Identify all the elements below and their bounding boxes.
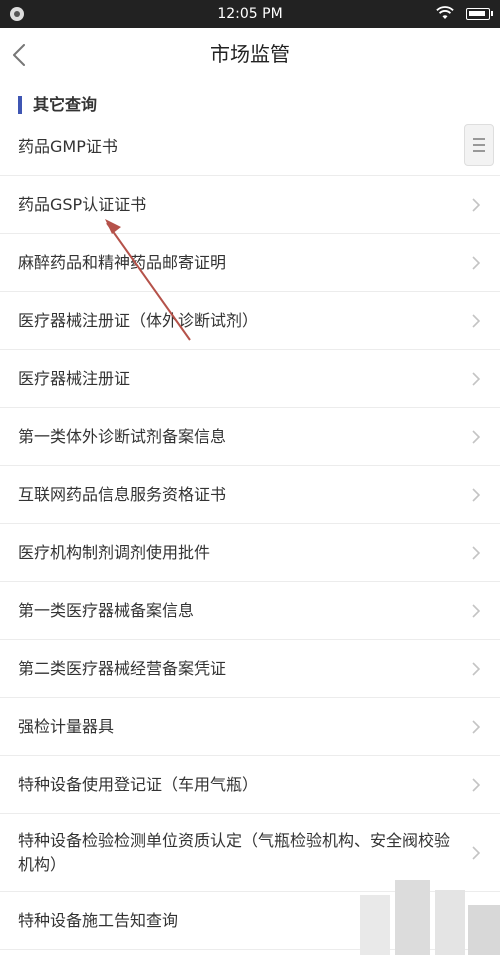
chevron-right-icon [472,429,480,444]
list-item[interactable]: 麻醉药品和精神药品邮寄证明 [0,234,500,292]
chevron-right-icon [472,603,480,618]
page-title: 市场监管 [210,42,290,66]
list-item-label: 特种设备施工告知查询 [18,910,179,930]
list-item[interactable]: 互联网药品信息服务资格证书 [0,466,500,524]
list-item[interactable]: 第一类体外诊断试剂备案信息 [0,408,500,466]
handle-line [473,150,485,152]
scroll-handle[interactable] [464,124,494,166]
list-item-label-wrap: 第二类医疗器械经营备案凭证 [18,640,464,697]
list-item-label: 互联网药品信息服务资格证书 [18,484,227,504]
list-item-label: 药品GSP认证证书 [18,194,147,214]
list-item-label: 药品GMP证书 [18,136,118,156]
list-item-label: 第二类医疗器械经营备案凭证 [18,658,227,678]
list-item[interactable]: 强检计量器具 [0,698,500,756]
list-item-label-wrap: 第一类体外诊断试剂备案信息 [18,408,464,465]
list-item-label-wrap: 医疗器械注册证（体外诊断试剂） [18,292,464,349]
list-item-label: 强检计量器具 [18,716,115,736]
chevron-right-icon [472,719,480,734]
list-item-label-wrap: 强检计量器具 [18,698,464,755]
chevron-right-icon [472,661,480,676]
list-item-label-wrap: 医疗器械注册证 [18,350,464,407]
list-item[interactable]: 医疗器械注册证 [0,350,500,408]
chevron-right-icon [472,255,480,270]
list-item[interactable]: 药品GSP认证证书 [0,176,500,234]
status-bar: 12:05 PM [0,0,500,28]
chevron-right-icon [472,845,480,860]
chevron-right-icon [472,487,480,502]
list-item[interactable]: 特种设备施工告知查询 [0,892,500,950]
status-time: 12:05 PM [217,6,283,22]
list-item-label: 第一类医疗器械备案信息 [18,600,195,620]
list-item-label-wrap: 医疗机构制剂调剂使用批件 [18,524,464,581]
chevron-right-icon [472,913,480,928]
list-item-label-wrap: 第一类医疗器械备案信息 [18,582,464,639]
list-item[interactable]: 第二类医疗器械经营备案凭证 [0,640,500,698]
chevron-right-icon [472,545,480,560]
list-item-label-wrap: 互联网药品信息服务资格证书 [18,466,464,523]
list-item-label-wrap: 特种设备检验检测单位资质认定（气瓶检验机构、安全阀校验机构） [18,814,464,891]
list-item[interactable]: 医疗机构制剂调剂使用批件 [0,524,500,582]
chevron-right-icon [472,197,480,212]
list-item-label-wrap: 麻醉药品和精神药品邮寄证明 [18,234,464,291]
handle-line [473,138,485,140]
wifi-icon [436,6,454,19]
query-list: 药品GMP证书药品GSP认证证书麻醉药品和精神药品邮寄证明医疗器械注册证（体外诊… [0,118,500,950]
chevron-right-icon [472,313,480,328]
list-item[interactable]: 药品GMP证书 [0,118,500,176]
list-item-label: 医疗器械注册证 [18,368,131,388]
chevron-right-icon [472,371,480,386]
chevron-right-icon [472,777,480,792]
section-title: 其它查询 [33,95,98,114]
list-item-label: 医疗器械注册证（体外诊断试剂） [18,310,259,330]
section-accent-bar [18,96,22,114]
list-item[interactable]: 特种设备检验检测单位资质认定（气瓶检验机构、安全阀校验机构） [0,814,500,892]
list-item-label: 第一类体外诊断试剂备案信息 [18,426,227,446]
list-item-label-wrap: 特种设备施工告知查询 [18,892,464,949]
list-item-label: 特种设备检验检测单位资质认定（气瓶检验机构、安全阀校验机构） [18,830,451,874]
list-item[interactable]: 特种设备使用登记证（车用气瓶） [0,756,500,814]
list-item-label: 特种设备使用登记证（车用气瓶） [18,774,259,794]
handle-line [473,144,485,146]
list-item-label: 医疗机构制剂调剂使用批件 [18,542,211,562]
list-item-label: 麻醉药品和精神药品邮寄证明 [18,252,227,272]
list-item-label-wrap: 药品GSP认证证书 [18,176,464,233]
nav-bar: 市场监管 [0,28,500,80]
list-item-label-wrap: 药品GMP证书 [18,118,464,175]
battery-icon [466,8,493,20]
list-item-label-wrap: 特种设备使用登记证（车用气瓶） [18,756,464,813]
list-item[interactable]: 第一类医疗器械备案信息 [0,582,500,640]
list-item[interactable]: 医疗器械注册证（体外诊断试剂） [0,292,500,350]
